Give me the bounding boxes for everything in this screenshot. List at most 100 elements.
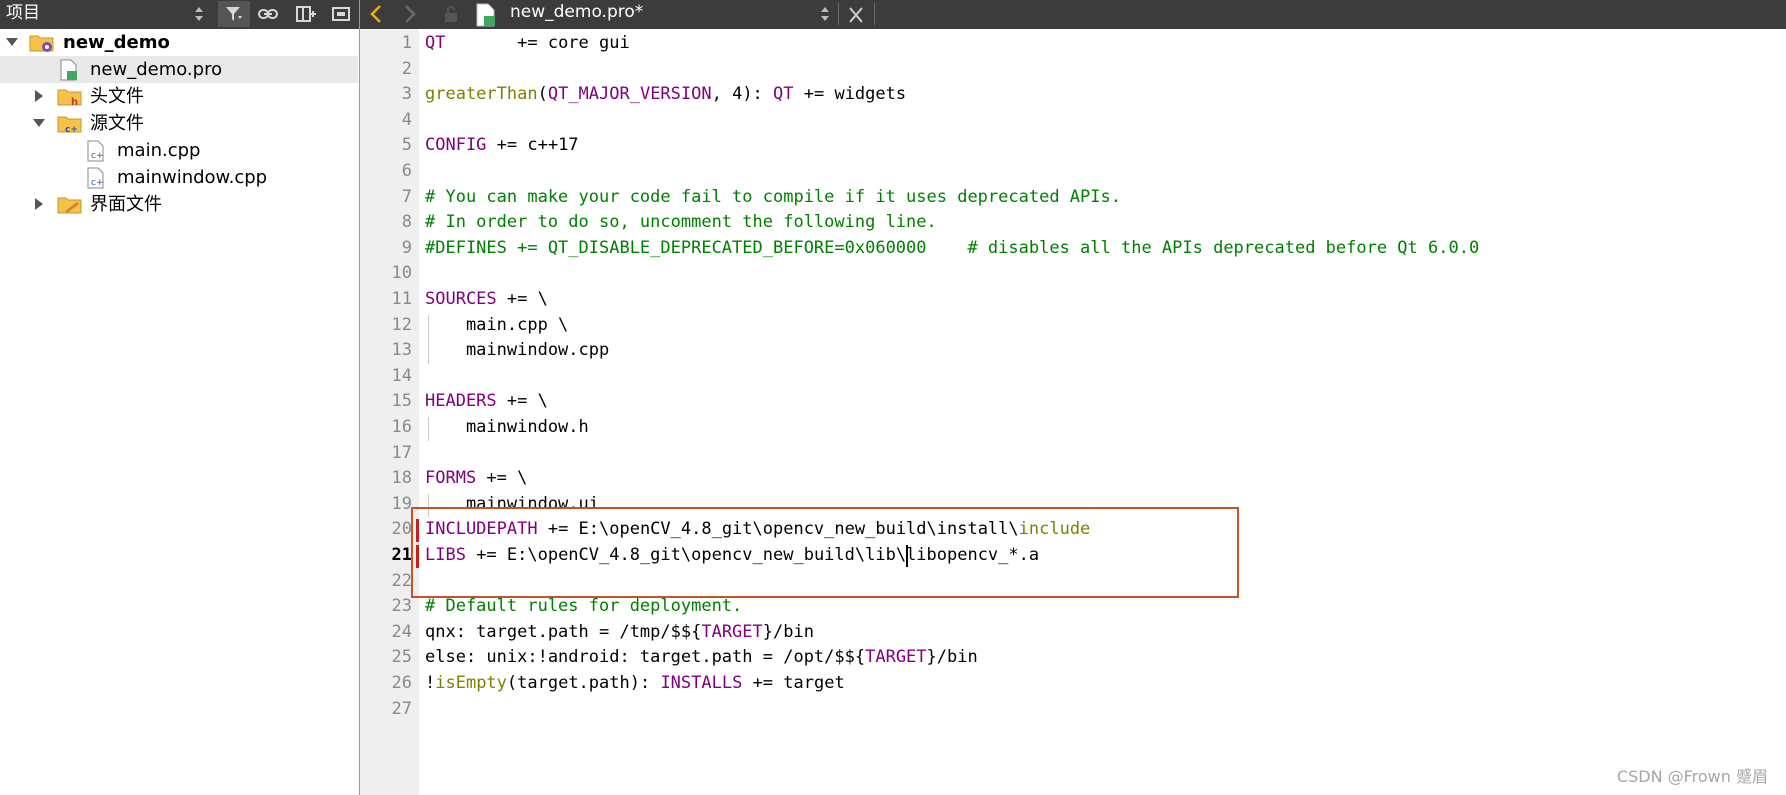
line-number: 14 (391, 365, 412, 386)
tree-item-project[interactable]: new_demo (0, 29, 358, 56)
line-number: 26 (391, 673, 412, 693)
tree-item-mainwindow-cpp[interactable]: c+ mainwindow.cpp (0, 164, 358, 191)
line-number: 15 (391, 391, 412, 412)
header-folder-icon: h (57, 89, 82, 108)
split-icon (296, 6, 316, 22)
code-line[interactable]: QT += core gui (425, 31, 630, 57)
split-button[interactable] (289, 1, 321, 27)
code-line[interactable]: mainwindow.h (425, 415, 589, 441)
code-token: (target.path): (506, 673, 661, 693)
code-token: else: unix:!android: target.path = /opt/… (425, 647, 866, 668)
tree-item-label: 头文件 (90, 86, 144, 107)
line-number: 5 (401, 135, 412, 156)
code-token: QT (425, 33, 446, 53)
code-editor[interactable]: QT += core gui greaterThan(QT_MAJOR_VERSI… (419, 29, 1786, 795)
code-line[interactable]: !isEmpty(target.path): INSTALLS += targe… (425, 671, 845, 697)
line-number: 9 (401, 237, 412, 258)
code-line[interactable]: else: unix:!android: target.path = /opt/… (425, 645, 978, 671)
code-line[interactable]: # You can make your code fail to compile… (425, 185, 1121, 211)
code-token: FORMS (425, 468, 477, 489)
line-number: 11 (391, 289, 412, 309)
code-token: }/bin (762, 621, 814, 642)
line-number: 2 (401, 58, 412, 79)
sync-link-button[interactable] (251, 1, 283, 27)
line-number: 1 (401, 33, 412, 53)
cpp-file-icon: c+ (87, 140, 104, 162)
tree-item-label: mainwindow.cpp (117, 167, 268, 188)
line-number: 27 (391, 698, 412, 719)
code-line[interactable]: greaterThan(QT_MAJOR_VERSION, 4): QT += … (425, 82, 906, 108)
code-token: += core gui (445, 33, 630, 53)
line-number: 8 (401, 212, 412, 233)
expand-arrow-icon[interactable] (33, 118, 45, 128)
tree-item-forms[interactable]: 界面文件 (0, 191, 358, 218)
document-title[interactable]: new_demo.pro* (510, 0, 643, 25)
code-token: # You can make your code fail to compile… (425, 186, 1121, 207)
collapsed-arrow-icon[interactable] (34, 198, 44, 210)
code-line[interactable]: main.cpp \ (425, 313, 568, 339)
close-pane-button[interactable] (325, 1, 357, 27)
filter-button[interactable] (218, 1, 250, 27)
code-token: }/bin (926, 647, 978, 668)
line-number: 20 (391, 519, 412, 540)
code-line[interactable]: qnx: target.path = /tmp/$${TARGET}/bin (425, 620, 814, 646)
forward-arrow-icon[interactable] (398, 3, 420, 25)
svg-text:c+: c+ (65, 125, 78, 135)
code-line[interactable]: # Default rules for deployment. (425, 594, 742, 620)
code-token: # Default rules for deployment. (425, 596, 743, 617)
line-number: 24 (391, 621, 412, 642)
document-selector-icon[interactable] (820, 5, 830, 23)
line-number: 13 (391, 340, 412, 361)
code-token: mainwindow.h (425, 417, 589, 437)
expand-arrow-icon[interactable] (6, 37, 18, 47)
source-folder-icon: c+ (57, 116, 82, 135)
code-token: main.cpp \ (425, 314, 569, 335)
code-token: ( (537, 84, 548, 105)
tree-item-pro-file[interactable]: new_demo.pro (0, 56, 358, 83)
code-token: SOURCES (425, 289, 497, 309)
project-panel: 项目 new_demo new_demo.pro h 头文件 c+ 源文件 c+… (0, 0, 360, 795)
code-token: HEADERS (425, 391, 497, 412)
code-token: += target (742, 673, 845, 693)
code-line[interactable]: #DEFINES += QT_DISABLE_DEPRECATED_BEFORE… (425, 236, 1479, 262)
separator (874, 3, 875, 25)
tree-item-sources[interactable]: c+ 源文件 (0, 110, 358, 137)
code-token: INSTALLS (660, 673, 743, 693)
back-arrow-icon[interactable] (366, 3, 388, 25)
code-token: QT (773, 84, 794, 105)
watermark: CSDN @Frown 蹙眉 (1616, 767, 1768, 786)
code-token: QT_MAJOR_VERSION (547, 84, 712, 105)
code-line[interactable]: HEADERS += \ (425, 389, 548, 415)
code-token: += widgets (793, 84, 907, 105)
link-icon (258, 9, 278, 19)
code-token: mainwindow.cpp (425, 340, 610, 361)
pro-file-icon (60, 59, 77, 81)
line-number: 3 (401, 84, 412, 105)
close-pane-icon (332, 7, 350, 21)
svg-text:c+: c+ (91, 178, 104, 188)
code-line[interactable]: mainwindow.cpp (425, 338, 609, 364)
code-line[interactable]: FORMS += \ (425, 466, 527, 492)
tree-item-headers[interactable]: h 头文件 (0, 83, 358, 110)
line-number: 7 (401, 186, 412, 207)
code-token: TARGET (701, 621, 763, 642)
line-number: 12 (391, 314, 412, 335)
code-token: += c++17 (486, 135, 579, 156)
line-number: 22 (391, 570, 412, 591)
tree-item-main-cpp[interactable]: c+ main.cpp (0, 137, 358, 164)
code-token: qnx: target.path = /tmp/$${ (425, 621, 702, 642)
line-number: 25 (391, 647, 412, 668)
cpp-file-icon: c+ (87, 167, 104, 189)
close-icon[interactable] (844, 4, 868, 26)
code-token: # In order to do so, uncomment the follo… (425, 212, 937, 233)
collapsed-arrow-icon[interactable] (34, 90, 44, 102)
panel-title: 项目 (6, 3, 40, 23)
code-line[interactable]: SOURCES += \ (425, 287, 548, 313)
line-number: 6 (401, 161, 412, 181)
code-line[interactable]: # In order to do so, uncomment the follo… (425, 210, 937, 236)
separator (838, 3, 839, 25)
lock-icon[interactable] (440, 3, 462, 25)
tree-item-label: main.cpp (117, 140, 201, 161)
code-line[interactable]: CONFIG += c++17 (425, 133, 579, 159)
panel-selector-icon[interactable] (194, 5, 204, 23)
